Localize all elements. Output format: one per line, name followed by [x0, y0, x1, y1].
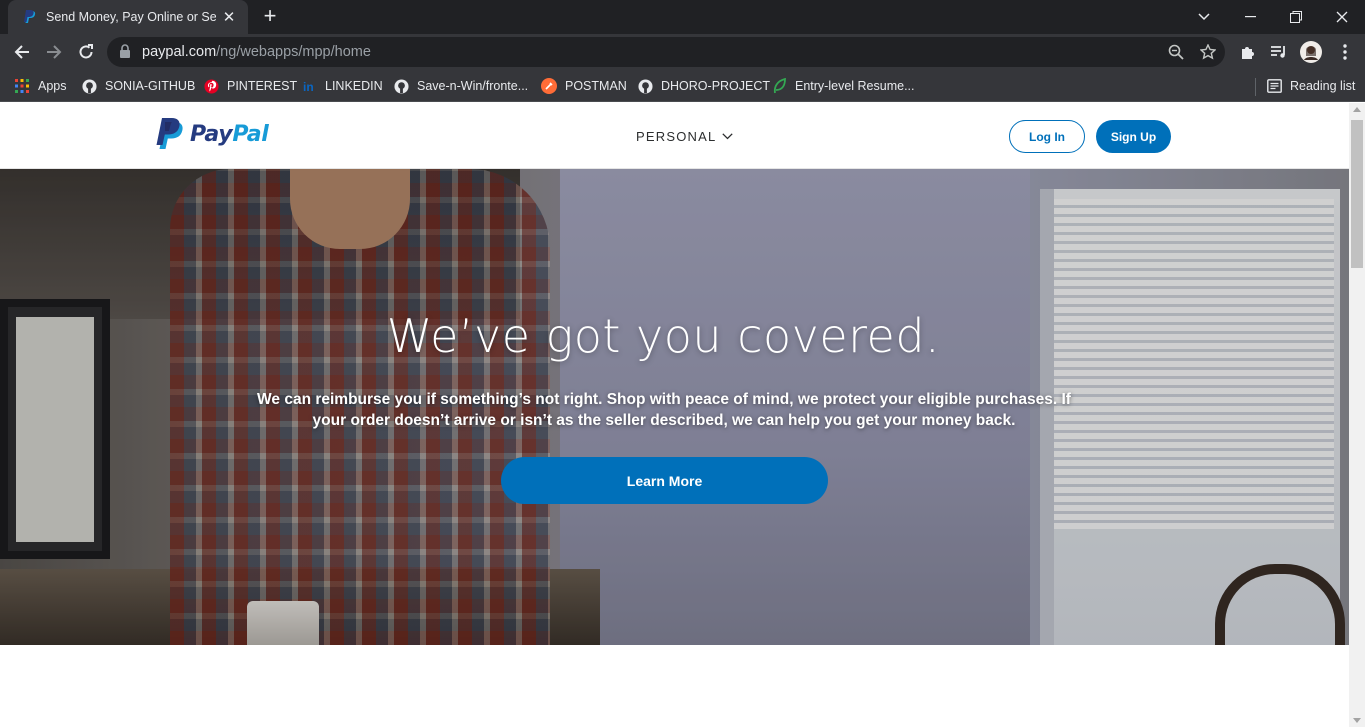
logo-pay-text: Pay [190, 121, 233, 147]
site-header: PayPal PERSONAL Log In Sign Up [0, 103, 1349, 169]
linkedin-icon: in [301, 78, 317, 94]
github-icon [393, 78, 409, 94]
logo-pal-text: Pal [232, 121, 269, 147]
personal-menu[interactable]: PERSONAL [636, 129, 734, 144]
paypal-mark-icon [156, 118, 183, 149]
tab-title: Send Money, Pay Online or Set U [46, 10, 216, 24]
sign-up-button[interactable]: Sign Up [1096, 120, 1171, 153]
back-arrow-icon[interactable] [8, 38, 36, 66]
url-text[interactable]: paypal.com/ng/webapps/mpp/home [142, 44, 371, 60]
bookmark-label: PINTEREST [227, 79, 298, 93]
bookmark-sonia-github[interactable]: SONIA-GITHUB [81, 76, 195, 96]
bookmark-apps[interactable]: Apps [14, 76, 67, 96]
browser-toolbar: paypal.com/ng/webapps/mpp/home [0, 34, 1365, 70]
bookmark-dhoro-project[interactable]: DHORO-PROJECT [637, 76, 770, 96]
paypal-wordmark: PayPal [190, 122, 269, 147]
address-bar[interactable]: paypal.com/ng/webapps/mpp/home [107, 37, 1225, 67]
scroll-down-arrow-icon[interactable] [1353, 718, 1361, 723]
bookmark-label: DHORO-PROJECT [661, 79, 771, 93]
log-in-button[interactable]: Log In [1009, 120, 1085, 153]
paypal-favicon-icon [22, 9, 38, 25]
bookmark-label: Entry-level Resume... [795, 79, 915, 93]
bookmark-label: LINKEDIN [325, 79, 383, 93]
bookmark-entry-level-resume[interactable]: Entry-level Resume... [771, 76, 914, 96]
profile-avatar[interactable] [1300, 41, 1322, 63]
bookmark-label: SONIA-GITHUB [105, 79, 196, 93]
bookmark-linkedin[interactable]: in LINKEDIN [301, 76, 383, 96]
restore-icon[interactable] [1273, 0, 1319, 34]
url-host: paypal.com [142, 44, 217, 60]
more-menu-icon[interactable] [1334, 41, 1356, 63]
scroll-up-arrow-icon[interactable] [1353, 107, 1361, 112]
reading-list-label: Reading list [1290, 79, 1356, 93]
pinterest-icon [203, 78, 219, 94]
url-path: /ng/webapps/mpp/home [216, 44, 371, 60]
page-viewport: PayPal PERSONAL Log In Sign Up We’ve got… [0, 103, 1349, 727]
reload-icon[interactable] [72, 38, 100, 66]
bookmark-label: Apps [38, 79, 67, 93]
tab-close-icon[interactable]: ✕ [220, 8, 238, 26]
scroll-thumb[interactable] [1351, 120, 1363, 268]
extensions-puzzle-icon[interactable] [1237, 41, 1259, 63]
chevron-down-icon [722, 133, 734, 140]
svg-text:in: in [303, 80, 314, 93]
tab-strip: Send Money, Pay Online or Set U ✕ + [0, 0, 1365, 34]
github-icon [81, 78, 97, 94]
github-icon [637, 78, 653, 94]
media-queue-icon[interactable] [1268, 41, 1290, 63]
reading-list-button[interactable]: Reading list [1266, 76, 1355, 96]
forward-arrow-icon[interactable] [40, 38, 68, 66]
bookmark-save-n-win[interactable]: Save-n-Win/fronte... [393, 76, 528, 96]
minimize-icon[interactable] [1227, 0, 1273, 34]
hero-title: We’ve got you covered. [386, 309, 941, 363]
bookmark-label: POSTMAN [565, 79, 627, 93]
page-scrollbar[interactable] [1349, 103, 1365, 727]
reading-list-icon [1266, 78, 1282, 94]
hero-banner: We’ve got you covered. We can reimburse … [0, 169, 1349, 645]
personal-menu-label: PERSONAL [636, 129, 717, 144]
bookmarks-bar: Apps SONIA-GITHUB PINTEREST in LINKEDIN … [0, 70, 1365, 102]
bookmark-postman[interactable]: POSTMAN [541, 76, 627, 96]
learn-more-button[interactable]: Learn More [501, 457, 828, 504]
apps-grid-icon [14, 78, 30, 94]
close-window-icon[interactable] [1319, 0, 1365, 34]
zoom-icon[interactable] [1167, 43, 1185, 61]
bookmark-pinterest[interactable]: PINTEREST [203, 76, 297, 96]
hero-description: We can reimburse you if something’s not … [257, 391, 1071, 429]
postman-icon [541, 78, 557, 94]
leaf-icon [771, 78, 787, 94]
tab-search-icon[interactable] [1181, 0, 1227, 34]
new-tab-button[interactable]: + [258, 5, 282, 29]
paypal-logo[interactable]: PayPal [156, 118, 269, 150]
bookmark-star-icon[interactable] [1199, 43, 1217, 61]
lock-icon[interactable] [119, 44, 131, 64]
browser-tab[interactable]: Send Money, Pay Online or Set U ✕ [8, 0, 248, 34]
bookmark-label: Save-n-Win/fronte... [417, 79, 529, 93]
bookmarks-separator [1255, 78, 1256, 96]
